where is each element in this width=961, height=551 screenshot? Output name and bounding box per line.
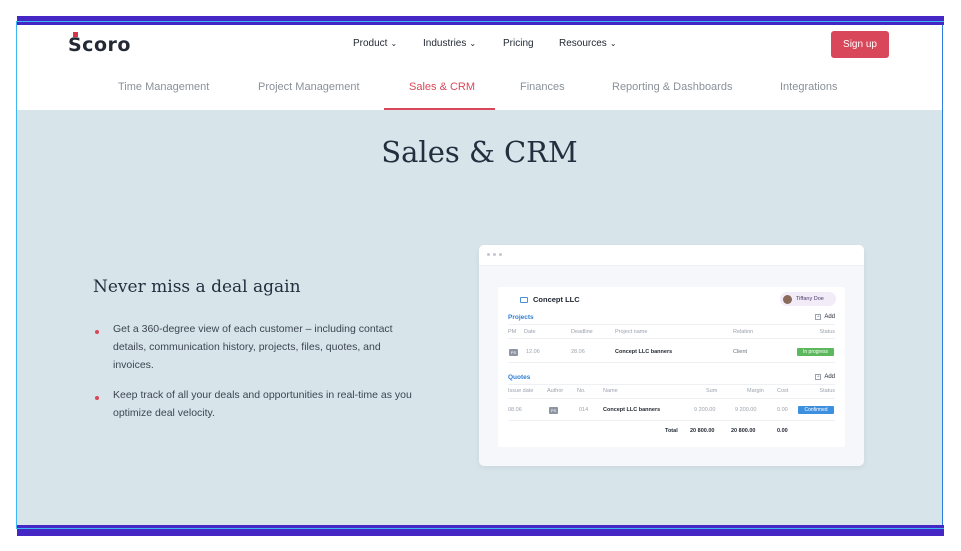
logo[interactable]: Scoro	[68, 32, 131, 56]
frame-right-line	[942, 25, 943, 529]
project-date: 12.06	[526, 349, 540, 355]
bullet-text: Keep track of all your deals and opportu…	[113, 389, 412, 419]
page-title: Sales & CRM	[381, 135, 578, 169]
column-header: Status	[819, 329, 835, 335]
frame-bottom-bar	[17, 525, 944, 536]
avatar	[783, 294, 792, 304]
divider	[508, 384, 835, 385]
project-name[interactable]: Concept LLC banners	[615, 349, 672, 355]
chevron-down-icon: ⌄	[609, 39, 617, 48]
column-header: Date	[524, 329, 536, 335]
bullet-icon	[95, 330, 99, 334]
total-margin: 20 800.00	[731, 428, 756, 434]
pm-badge: PS	[509, 349, 518, 356]
company-title: Concept LLC	[520, 295, 580, 304]
column-header: Sum	[706, 388, 718, 394]
nav-product[interactable]: Product ⌄	[353, 38, 397, 49]
column-header: PM	[508, 329, 517, 335]
column-header: Relation	[733, 329, 754, 335]
bullet-icon	[95, 396, 99, 400]
divider	[508, 362, 835, 363]
nav-label: Industries	[423, 38, 467, 49]
add-label: Add	[824, 314, 835, 320]
folder-icon	[520, 296, 528, 303]
status-badge: Confirmed	[798, 406, 834, 414]
nav-label: Product	[353, 38, 388, 49]
tab-time-management[interactable]: Time Management	[118, 81, 209, 93]
header: Scoro Product ⌄ Industries ⌄ Pricing Res…	[17, 25, 942, 110]
nav-industries[interactable]: Industries ⌄	[423, 38, 476, 49]
app-mockup: Concept LLC Tiffany Doe Projects + Add P…	[479, 245, 864, 466]
quote-cost: 0.00	[777, 407, 788, 413]
plus-icon: +	[815, 314, 822, 320]
column-header: Name	[603, 388, 618, 394]
chevron-down-icon: ⌄	[390, 39, 398, 48]
chevron-down-icon: ⌄	[469, 39, 477, 48]
total-cost: 0.00	[777, 428, 788, 434]
quote-name[interactable]: Concept LLC banners	[603, 407, 660, 413]
author-badge: PS	[549, 407, 558, 414]
add-label: Add	[824, 374, 835, 380]
section-title: Never miss a deal again	[93, 277, 301, 297]
active-tab-indicator	[384, 108, 495, 110]
tab-reporting-dashboards[interactable]: Reporting & Dashboards	[612, 81, 732, 93]
window-dot-icon	[499, 253, 502, 256]
divider	[508, 324, 835, 325]
page: Scoro Product ⌄ Industries ⌄ Pricing Res…	[17, 25, 942, 525]
logo-mark-icon	[73, 32, 78, 37]
column-header: No.	[577, 388, 586, 394]
column-header: Author	[547, 388, 564, 394]
mockup-titlebar	[479, 245, 864, 266]
project-relation: Client	[733, 349, 748, 355]
nav-resources[interactable]: Resources ⌄	[559, 38, 617, 49]
nav-label: Pricing	[503, 38, 534, 49]
total-label: Total	[665, 428, 678, 434]
tab-sales-crm[interactable]: Sales & CRM	[409, 81, 475, 93]
divider	[508, 420, 835, 421]
window-dot-icon	[487, 253, 490, 256]
user-chip[interactable]: Tiffany Doe	[780, 292, 836, 306]
status-badge: In progress	[797, 348, 834, 356]
column-header: Margin	[747, 388, 764, 394]
column-header: Issue date	[508, 388, 534, 394]
column-header: Status	[819, 388, 835, 394]
total-sum: 20 800.00	[690, 428, 715, 434]
logo-text: Scoro	[68, 34, 131, 56]
user-name: Tiffany Doe	[796, 296, 824, 302]
column-header: Cost	[777, 388, 789, 394]
bullet-text: Get a 360-degree view of each customer –…	[113, 323, 393, 371]
frame-bottom-line	[17, 528, 944, 529]
tab-integrations[interactable]: Integrations	[780, 81, 837, 93]
plus-icon: +	[815, 374, 822, 380]
column-header: Project name	[615, 329, 648, 335]
tab-project-management[interactable]: Project Management	[258, 81, 360, 93]
quote-sum: 9 200.00	[694, 407, 716, 413]
window-dot-icon	[493, 253, 496, 256]
column-header: Deadline	[571, 329, 593, 335]
quote-issue-date: 08.06	[508, 407, 522, 413]
customer-card: Concept LLC Tiffany Doe Projects + Add P…	[498, 287, 845, 447]
project-deadline: 28.06	[571, 349, 585, 355]
projects-label[interactable]: Projects	[508, 314, 534, 321]
quotes-label[interactable]: Quotes	[508, 374, 530, 381]
nav-pricing[interactable]: Pricing	[503, 38, 534, 49]
signup-button[interactable]: Sign up	[831, 31, 889, 58]
company-name: Concept LLC	[533, 295, 580, 304]
add-quote-button[interactable]: + Add	[815, 374, 835, 380]
add-project-button[interactable]: + Add	[815, 314, 835, 320]
divider	[508, 398, 835, 399]
nav-label: Resources	[559, 38, 607, 49]
frame-top-line	[17, 21, 944, 22]
tab-finances[interactable]: Finances	[520, 81, 565, 93]
divider	[508, 338, 835, 339]
quote-number: 014	[579, 407, 589, 413]
quote-margin: 9 200.00	[735, 407, 757, 413]
